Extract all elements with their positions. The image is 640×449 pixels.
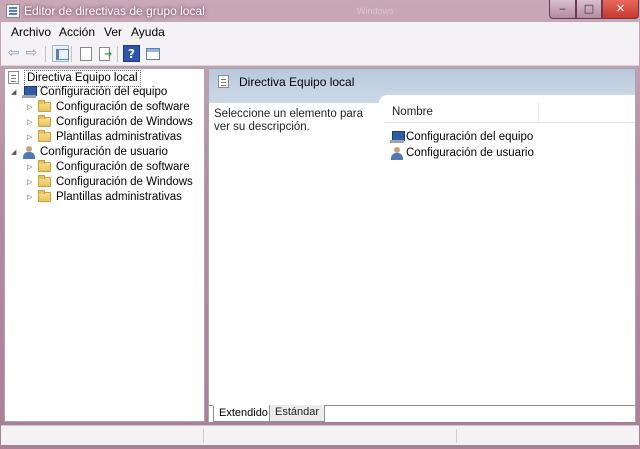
view-icon[interactable] [144, 45, 161, 62]
description-text: Seleccione un elemento para ver su descr… [214, 108, 363, 133]
folder-icon [38, 160, 51, 172]
folder-icon [38, 115, 51, 127]
tree-item-label: Plantillas administrativas [56, 131, 182, 143]
collapsed-arrow-icon[interactable]: ▷ [27, 100, 35, 115]
tab-standard[interactable]: Estándar [269, 405, 326, 422]
computer-icon [390, 131, 405, 144]
computer-icon [22, 86, 37, 99]
menu-archivo[interactable]: Archivo [11, 25, 51, 39]
console-tree-icon[interactable] [52, 45, 69, 62]
tree-item-label: Configuración de Windows [56, 176, 193, 188]
toolbar-separator [45, 46, 46, 62]
user-icon [22, 146, 36, 159]
menu-ayuda[interactable]: Ayuda [131, 25, 165, 39]
toolbar-separator [71, 46, 72, 62]
close-button[interactable]: ✕ [602, 0, 639, 19]
tree-item-label: Configuración de software [56, 101, 190, 113]
export-list-icon[interactable] [97, 45, 114, 63]
tree-item-label: Configuración de software [56, 161, 190, 173]
menu-bar: Archivo Acción Ver Ayuda [1, 22, 639, 42]
list-item-label: Configuración de usuario [406, 147, 534, 159]
list-item-label: Configuración del equipo [406, 131, 534, 143]
help-icon[interactable]: ? [123, 45, 140, 62]
details-title: Directiva Equipo local [239, 75, 355, 89]
policy-icon [8, 71, 19, 84]
column-name-label: Nombre [392, 106, 433, 118]
window-title: Editor de directivas de grupo local [24, 4, 205, 18]
toolbar-separator [117, 46, 118, 62]
tree-item-label: Configuración de Windows [56, 116, 193, 128]
expanded-arrow-icon[interactable]: ◢ [11, 145, 19, 160]
status-bar [1, 425, 639, 445]
folder-icon [38, 100, 51, 112]
status-divider [203, 429, 204, 443]
folder-icon [38, 190, 51, 202]
tree-item-label: Plantillas administrativas [56, 191, 182, 203]
details-header: Directiva Equipo local [209, 69, 635, 95]
status-divider [456, 429, 457, 443]
back-arrow-icon[interactable]: ⇦ [5, 45, 22, 62]
collapsed-arrow-icon[interactable]: ▷ [27, 175, 35, 190]
details-pane: Directiva Equipo local Seleccione un ele… [208, 68, 636, 422]
title-bar[interactable]: Editor de directivas de grupo local Wind… [0, 0, 640, 22]
console-tree[interactable]: Directiva Equipo local ◢ Configuración d… [4, 68, 205, 422]
menu-accion[interactable]: Acción [59, 25, 95, 39]
app-icon [6, 4, 20, 18]
collapsed-arrow-icon[interactable]: ▷ [27, 190, 35, 205]
collapsed-arrow-icon[interactable]: ▷ [27, 160, 35, 175]
collapsed-arrow-icon[interactable]: ▷ [27, 130, 35, 145]
user-icon [390, 147, 404, 160]
policy-icon [218, 75, 229, 88]
column-header-name[interactable]: Nombre [385, 101, 635, 123]
folder-icon [38, 130, 51, 142]
background-window-title: Windows [357, 6, 394, 16]
column-divider[interactable] [538, 103, 539, 121]
folder-icon [38, 175, 51, 187]
forward-arrow-icon[interactable]: ⇨ [23, 45, 40, 62]
tree-item-label: Configuración del equipo [40, 86, 168, 98]
minimize-button[interactable]: ‒ [549, 0, 576, 19]
view-tabs: Extendido Estándar [209, 405, 635, 422]
gpedit-window: Editor de directivas de grupo local Wind… [0, 0, 640, 449]
tree-item-label: Configuración de usuario [40, 146, 168, 158]
tab-extended[interactable]: Extendido [213, 405, 274, 422]
maximize-button[interactable]: □ [576, 0, 602, 19]
collapsed-arrow-icon[interactable]: ▷ [27, 115, 35, 130]
expanded-arrow-icon[interactable]: ◢ [11, 85, 19, 100]
items-list[interactable]: Nombre Configuración del equipo Configur… [385, 101, 635, 387]
toolbar: ⇦ ⇨ ? [1, 42, 639, 66]
properties-icon[interactable] [77, 45, 94, 62]
menu-ver[interactable]: Ver [104, 25, 122, 39]
